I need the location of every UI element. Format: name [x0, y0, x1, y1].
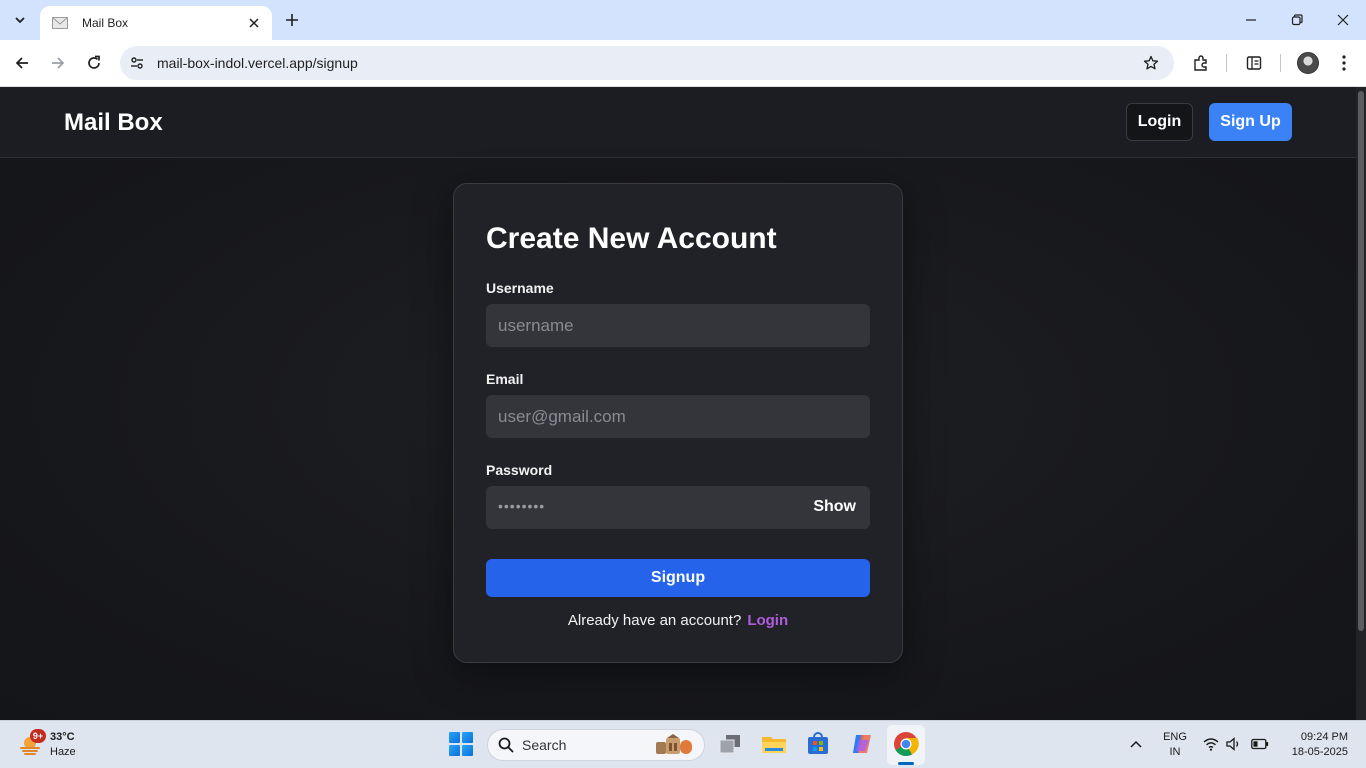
signup-submit-button[interactable]: Signup [486, 559, 870, 597]
volume-icon[interactable] [1225, 735, 1243, 753]
search-icon [498, 737, 514, 753]
extensions-icon[interactable] [1190, 52, 1212, 74]
email-label: Email [486, 371, 524, 387]
clock-time: 09:24 PM [1300, 731, 1348, 743]
minimize-icon[interactable] [1228, 8, 1274, 32]
scrollbar-thumb[interactable] [1358, 91, 1364, 631]
address-bar[interactable]: mail-box-indol.vercel.app/signup [120, 46, 1174, 80]
forward-icon[interactable] [47, 52, 69, 74]
weather-widget[interactable]: 9+ 33°C Haze [16, 729, 96, 763]
taskbar-search[interactable]: Search [487, 729, 705, 761]
username-input[interactable] [486, 304, 870, 347]
toolbar-divider [1226, 54, 1227, 72]
nav-signup-button[interactable]: Sign Up [1209, 103, 1292, 141]
search-label: Search [522, 737, 567, 753]
password-input[interactable]: •••••••• Show [486, 486, 870, 529]
password-placeholder: •••••••• [498, 498, 546, 514]
back-icon[interactable] [11, 52, 33, 74]
chevron-up-icon[interactable] [1127, 735, 1145, 753]
star-icon[interactable] [1142, 54, 1160, 72]
tab-search-icon[interactable] [6, 6, 34, 34]
reload-icon[interactable] [83, 52, 105, 74]
system-clock[interactable]: 09:24 PM 18-05-2025 [1278, 730, 1348, 760]
browser-tab[interactable]: Mail Box [40, 6, 272, 40]
windows-taskbar: 9+ 33°C Haze Search ENG IN 09:24 PM 18-0… [0, 720, 1366, 768]
show-password-button[interactable]: Show [813, 498, 856, 516]
plus-icon[interactable] [282, 10, 302, 30]
brand-logo[interactable]: Mail Box [64, 109, 163, 137]
site-info-icon[interactable] [120, 46, 154, 80]
task-view-icon[interactable] [717, 731, 743, 757]
url-text: mail-box-indol.vercel.app/signup [157, 55, 358, 71]
notification-badge: 9+ [30, 729, 46, 743]
weather-temp: 33°C [50, 731, 75, 743]
page-viewport: Mail Box Login Sign Up Create New Accoun… [0, 87, 1356, 720]
close-icon[interactable] [246, 15, 262, 31]
wifi-icon[interactable] [1202, 735, 1220, 753]
region-code: IN [1169, 746, 1181, 758]
tab-title: Mail Box [82, 16, 129, 30]
weather-condition: Haze [50, 746, 76, 758]
menu-icon[interactable] [1333, 52, 1355, 74]
page-title: Create New Account [486, 222, 777, 255]
password-label: Password [486, 462, 553, 478]
page-scrollbar[interactable] [1356, 87, 1366, 720]
browser-toolbar: mail-box-indol.vercel.app/signup [0, 40, 1366, 87]
search-highlight-icon [656, 734, 692, 754]
restore-icon[interactable] [1274, 8, 1320, 32]
login-link[interactable]: Login [747, 612, 788, 629]
browser-tabstrip: Mail Box [0, 0, 1366, 40]
username-label: Username [486, 280, 554, 296]
mail-favicon [52, 16, 70, 30]
running-indicator [898, 762, 914, 765]
windows-start-icon[interactable] [449, 732, 473, 756]
signup-card: Create New Account Username Email Passwo… [453, 183, 903, 663]
login-prompt: Already have an account? Login [454, 612, 902, 629]
login-prompt-text: Already have an account? [567, 612, 742, 629]
nav-login-button[interactable]: Login [1126, 103, 1193, 141]
chrome-icon[interactable] [893, 731, 919, 757]
language-code: ENG [1163, 731, 1187, 743]
close-window-icon[interactable] [1320, 8, 1366, 32]
profile-avatar[interactable] [1297, 52, 1319, 74]
site-navbar: Mail Box Login Sign Up [0, 87, 1356, 158]
sidebar-icon[interactable] [1243, 52, 1265, 74]
file-explorer-icon[interactable] [761, 731, 787, 757]
email-input[interactable] [486, 395, 870, 438]
store-icon[interactable] [805, 731, 831, 757]
language-indicator[interactable]: ENG IN [1160, 730, 1190, 760]
clock-date: 18-05-2025 [1291, 746, 1348, 758]
toolbar-divider [1280, 54, 1281, 72]
battery-icon[interactable] [1251, 735, 1269, 753]
copilot-icon[interactable] [849, 731, 875, 757]
